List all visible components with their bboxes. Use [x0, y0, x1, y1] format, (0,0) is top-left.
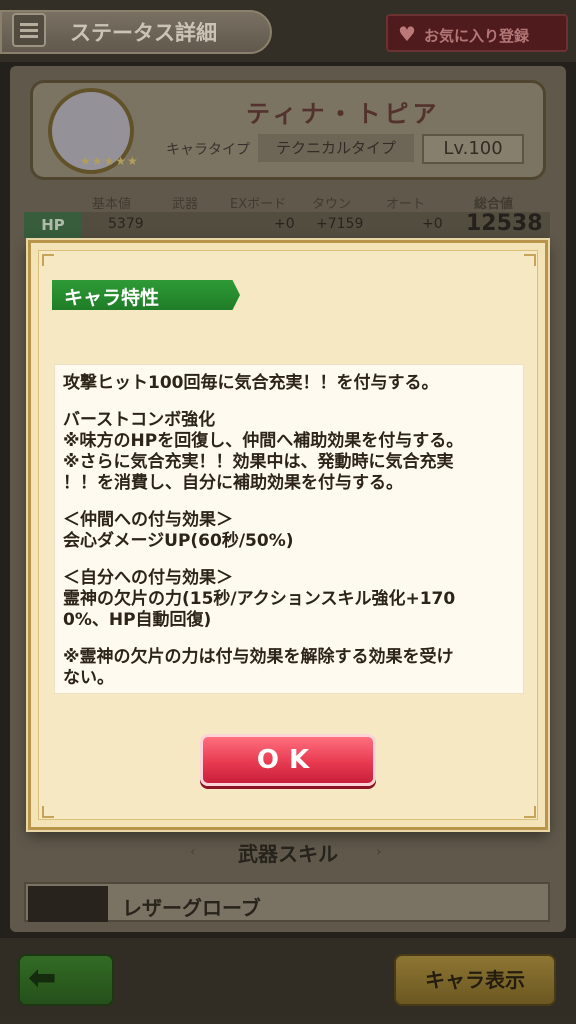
desc-line: 霊神の欠片の力(15秒/アクションスキル強化+170: [63, 589, 456, 609]
desc-gap: [63, 552, 515, 568]
ok-button[interactable]: OK: [200, 734, 376, 786]
ribbon-title: キャラ特性: [64, 287, 160, 309]
trait-description: 攻撃ヒット100回毎に気合充実！！を付与する。 バーストコンボ強化 ※味方のHP…: [54, 364, 524, 694]
desc-line: 会心ダメージUP(60秒/50%): [63, 531, 294, 551]
desc-line: ※味方のHPを回復し、仲間へ補助効果を付与する。: [63, 431, 464, 451]
corner-ornament: [524, 254, 536, 266]
desc-line: ※霊神の欠片の力は付与効果を解除する効果を受け: [63, 647, 454, 667]
desc-line: 攻撃ヒット100回毎に気合充実！！を付与する。: [63, 373, 439, 393]
desc-line: バーストコンボ強化: [63, 410, 216, 430]
desc-gap: [63, 631, 515, 647]
corner-ornament: [42, 806, 54, 818]
desc-line: ＜仲間への付与効果＞: [63, 510, 233, 530]
desc-line: ※さらに気合充実！！効果中は、発動時に気合充実: [63, 452, 454, 472]
desc-line: 0%、HP自動回復): [63, 610, 212, 630]
desc-line: ！！を消費し、自分に補助効果を付与する。: [63, 473, 403, 493]
desc-line: ない。: [63, 668, 114, 688]
desc-line: ＜自分への付与効果＞: [63, 568, 233, 588]
corner-ornament: [42, 254, 54, 266]
desc-gap: [63, 394, 515, 410]
desc-gap: [63, 494, 515, 510]
corner-ornament: [524, 806, 536, 818]
